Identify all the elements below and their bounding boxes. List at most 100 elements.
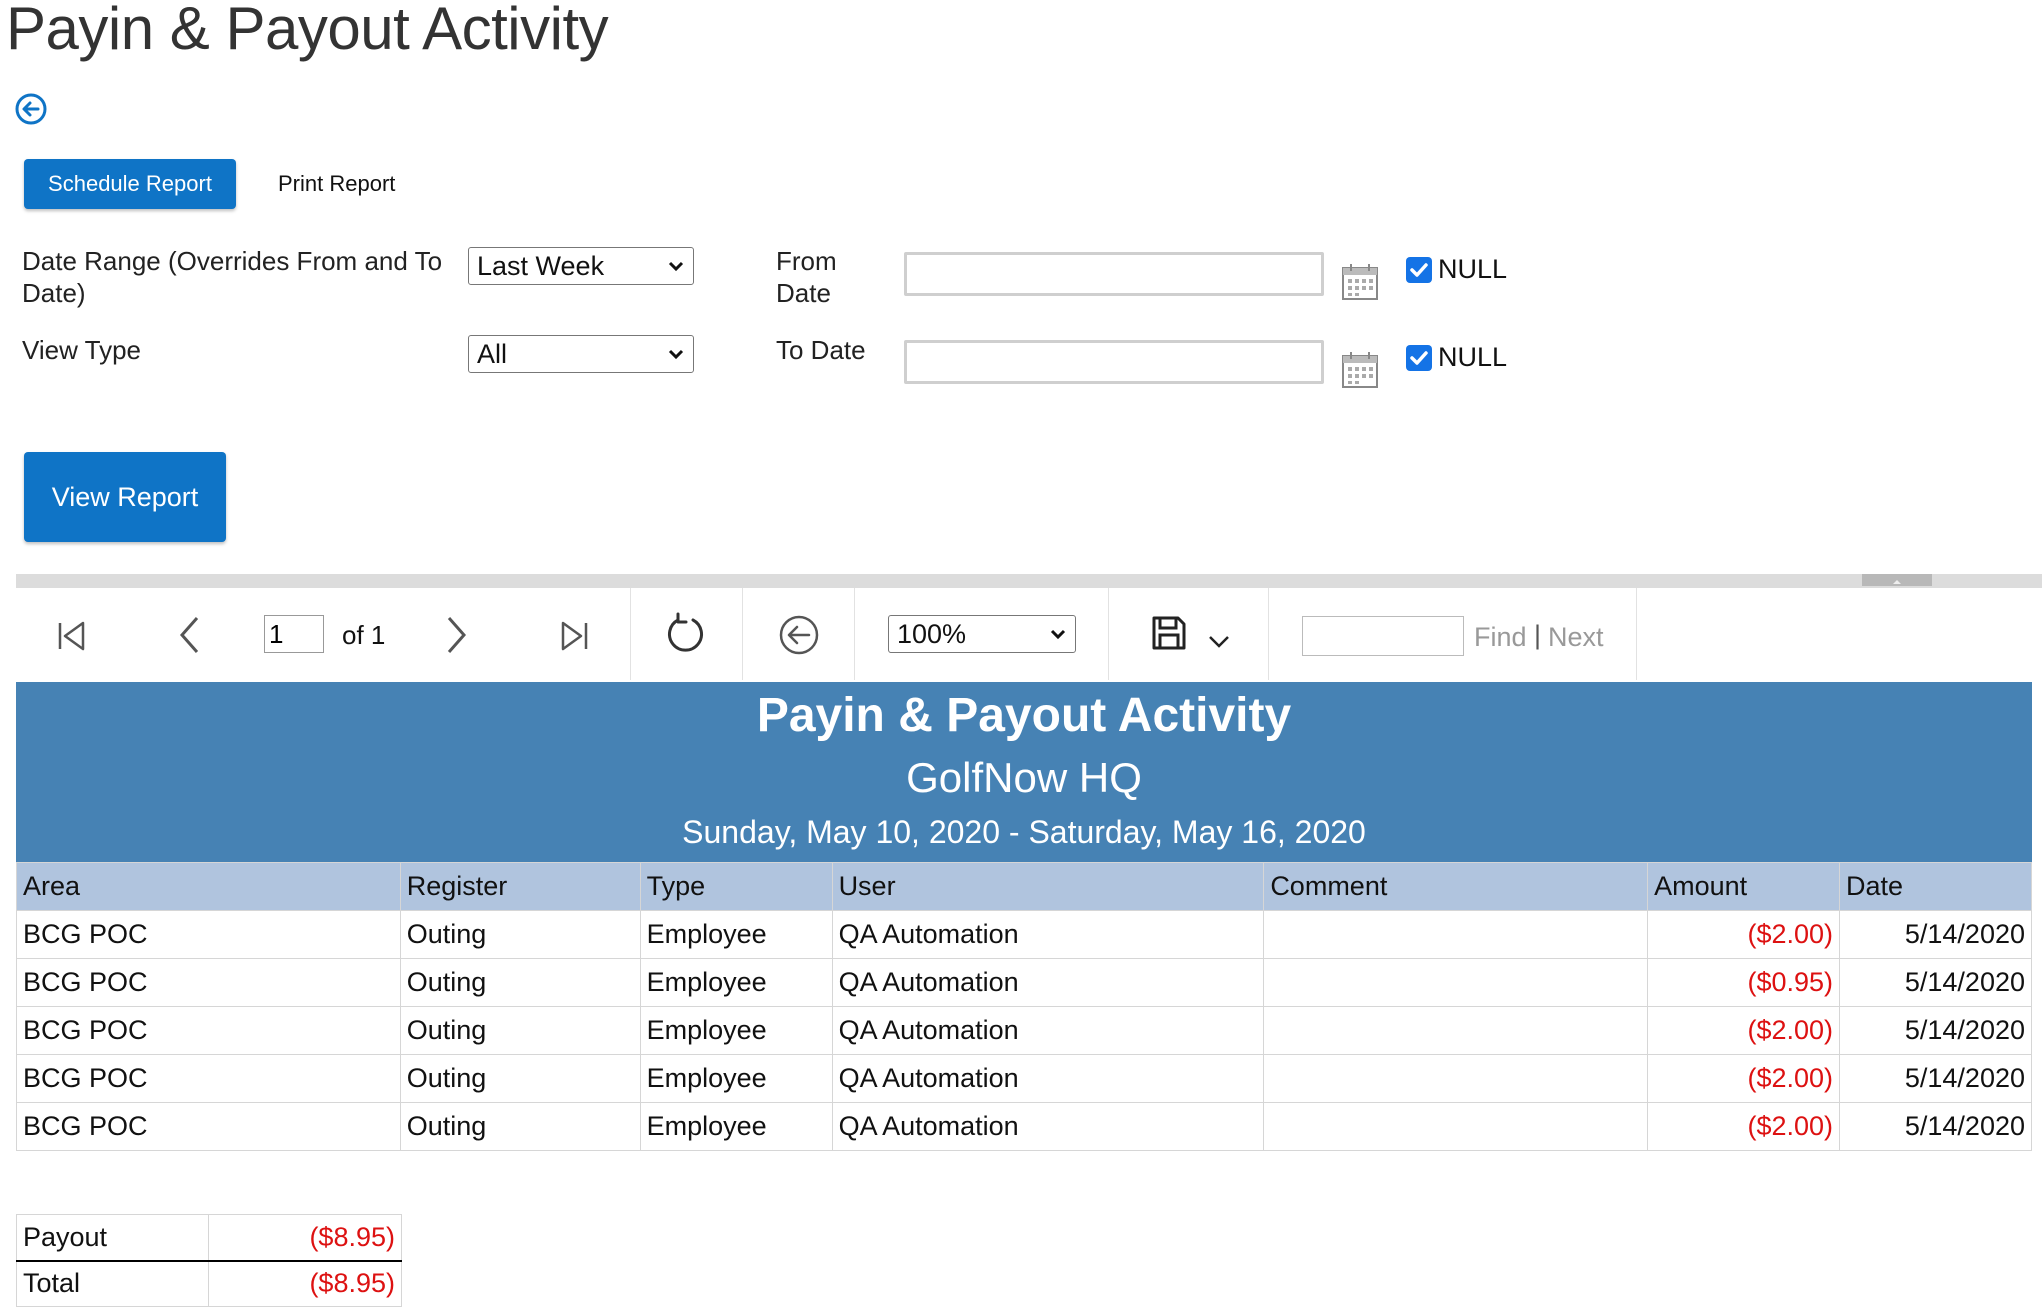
last-page-icon[interactable] xyxy=(556,618,592,654)
cell-user: QA Automation xyxy=(831,958,1265,1007)
cell-type: Employee xyxy=(639,958,833,1007)
calendar-icon[interactable] xyxy=(1340,350,1380,390)
page-title: Payin & Payout Activity xyxy=(6,0,609,62)
cell-date: 5/14/2020 xyxy=(1839,1054,2032,1103)
find-separator: | xyxy=(1534,620,1542,650)
column-header-area: Area xyxy=(16,862,401,911)
back-to-parent-icon[interactable] xyxy=(778,614,820,656)
cell-amount: ($2.00) xyxy=(1647,910,1841,959)
save-icon[interactable] xyxy=(1150,614,1188,652)
cell-date: 5/14/2020 xyxy=(1839,1102,2032,1151)
cell-register: Outing xyxy=(399,910,641,959)
cell-area: BCG POC xyxy=(16,1006,401,1055)
from-date-input[interactable] xyxy=(904,252,1324,296)
report-date-range: Sunday, May 10, 2020 - Saturday, May 16,… xyxy=(682,814,1366,850)
cell-comment xyxy=(1263,910,1649,959)
column-header-type: Type xyxy=(639,862,833,911)
payout-value: ($8.95) xyxy=(207,1214,402,1261)
view-report-button[interactable]: View Report xyxy=(24,452,226,542)
cell-type: Employee xyxy=(639,1054,833,1103)
cell-user: QA Automation xyxy=(831,1054,1265,1103)
find-link[interactable]: Find xyxy=(1474,622,1527,653)
cell-register: Outing xyxy=(399,1054,641,1103)
view-type-value: All xyxy=(477,338,508,369)
cell-comment xyxy=(1263,1006,1649,1055)
table-row: BCG POC Outing Employee QA Automation ($… xyxy=(16,1054,2032,1103)
collapse-params-handle[interactable] xyxy=(1862,574,1932,586)
calendar-icon[interactable] xyxy=(1340,262,1380,302)
cell-area: BCG POC xyxy=(16,910,401,959)
total-label: Total xyxy=(16,1259,209,1307)
date-range-select[interactable]: Last Week xyxy=(468,247,694,285)
cell-date: 5/14/2020 xyxy=(1839,958,2032,1007)
cell-amount: ($2.00) xyxy=(1647,1054,1841,1103)
to-date-null-label: NULL xyxy=(1438,342,1508,372)
cell-user: QA Automation xyxy=(831,910,1265,959)
table-row: BCG POC Outing Employee QA Automation ($… xyxy=(16,1102,2032,1151)
column-header-amount: Amount xyxy=(1647,862,1841,911)
find-input[interactable] xyxy=(1302,616,1464,656)
page-count: of 1 xyxy=(342,620,386,650)
report-splitter[interactable] xyxy=(16,574,2042,588)
payout-label: Payout xyxy=(16,1214,209,1261)
to-date-input[interactable] xyxy=(904,340,1324,384)
to-date-label: To Date xyxy=(776,335,866,365)
column-header-register: Register xyxy=(399,862,641,911)
from-date-null-checkbox[interactable] xyxy=(1406,257,1432,283)
refresh-icon[interactable] xyxy=(664,612,708,656)
table-row: BCG POC Outing Employee QA Automation ($… xyxy=(16,1006,2032,1055)
export-dropdown-icon[interactable] xyxy=(1206,630,1232,652)
find-next-link[interactable]: Next xyxy=(1548,622,1604,653)
zoom-select[interactable]: 100% xyxy=(888,615,1076,653)
cell-type: Employee xyxy=(639,910,833,959)
report-title: Payin & Payout Activity xyxy=(756,689,1292,742)
cell-type: Employee xyxy=(639,1006,833,1055)
chevron-down-icon xyxy=(668,261,684,272)
back-arrow-icon[interactable] xyxy=(14,92,48,126)
view-type-label: View Type xyxy=(22,335,142,365)
checkmark-icon xyxy=(1410,351,1428,365)
cell-register: Outing xyxy=(399,1006,641,1055)
total-row: Total ($8.95) xyxy=(16,1259,402,1307)
checkmark-icon xyxy=(1410,263,1428,277)
cell-register: Outing xyxy=(399,1102,641,1151)
chevron-down-icon xyxy=(668,349,684,360)
date-range-label: Date Range (Overrides From and To Date) xyxy=(22,246,443,308)
cell-area: BCG POC xyxy=(16,1102,401,1151)
from-date-label: From Date xyxy=(776,246,837,308)
print-report-link[interactable]: Print Report xyxy=(278,171,395,197)
caret-up-icon xyxy=(1893,580,1901,584)
view-type-select[interactable]: All xyxy=(468,335,694,373)
cell-date: 5/14/2020 xyxy=(1839,1006,2032,1055)
cell-area: BCG POC xyxy=(16,958,401,1007)
cell-date: 5/14/2020 xyxy=(1839,910,2032,959)
report-subtitle: GolfNow HQ xyxy=(906,754,1142,801)
total-value: ($8.95) xyxy=(207,1259,402,1307)
to-date-null-checkbox[interactable] xyxy=(1406,345,1432,371)
from-date-null-label: NULL xyxy=(1438,254,1508,284)
cell-register: Outing xyxy=(399,958,641,1007)
cell-type: Employee xyxy=(639,1102,833,1151)
schedule-report-button[interactable]: Schedule Report xyxy=(24,159,236,209)
zoom-value: 100% xyxy=(897,618,967,649)
cell-amount: ($0.95) xyxy=(1647,958,1841,1007)
table-row: BCG POC Outing Employee QA Automation ($… xyxy=(16,958,2032,1007)
table-header-row: Area Register Type User Comment Amount D… xyxy=(16,862,2032,911)
cell-area: BCG POC xyxy=(16,1054,401,1103)
totals-table: Payout ($8.95) Total ($8.95) xyxy=(16,1214,402,1307)
cell-user: QA Automation xyxy=(831,1102,1265,1151)
cell-comment xyxy=(1263,1102,1649,1151)
cell-amount: ($2.00) xyxy=(1647,1102,1841,1151)
first-page-icon[interactable] xyxy=(54,618,90,654)
payout-row: Payout ($8.95) xyxy=(16,1214,402,1261)
chevron-down-icon xyxy=(1050,629,1066,640)
table-row: BCG POC Outing Employee QA Automation ($… xyxy=(16,910,2032,959)
report-header: Payin & Payout Activity GolfNow HQ Sunda… xyxy=(16,682,2032,862)
cell-comment xyxy=(1263,1054,1649,1103)
cell-user: QA Automation xyxy=(831,1006,1265,1055)
previous-page-icon[interactable] xyxy=(172,614,208,656)
cell-comment xyxy=(1263,958,1649,1007)
page-number-input[interactable] xyxy=(264,615,324,653)
next-page-icon[interactable] xyxy=(438,614,474,656)
column-header-user: User xyxy=(831,862,1265,911)
